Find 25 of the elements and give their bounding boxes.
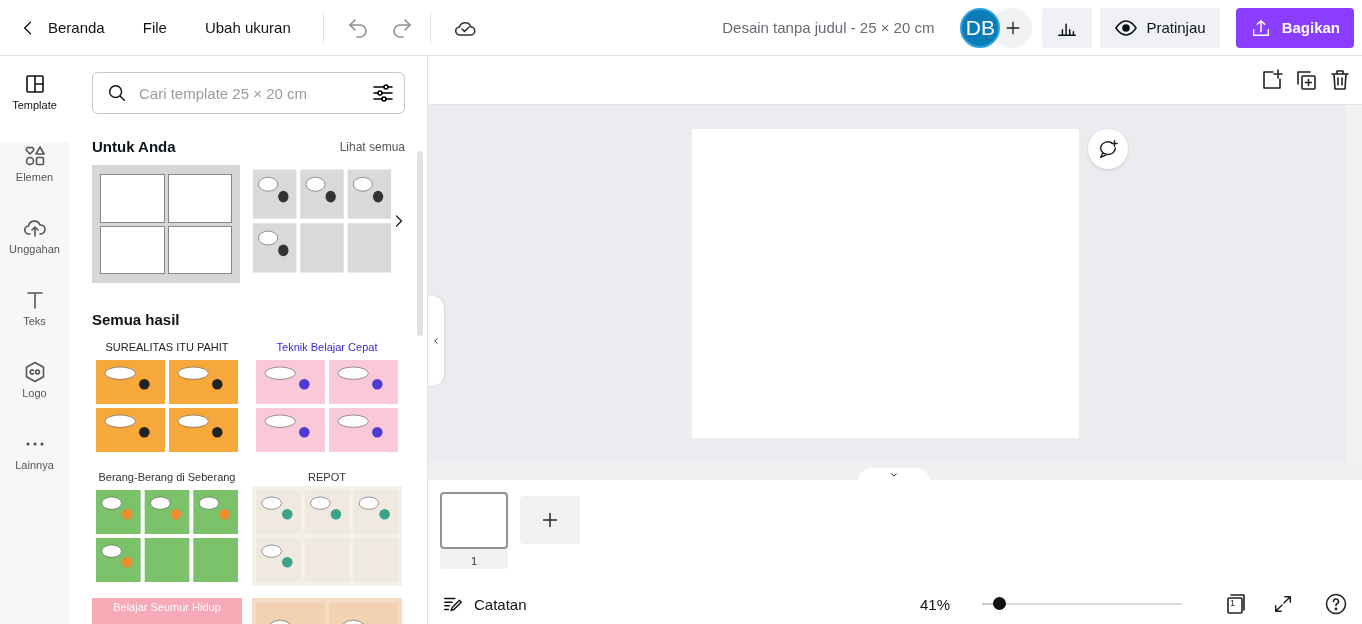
notes-button[interactable]: Catatan xyxy=(442,593,527,615)
see-all-link[interactable]: Lihat semua xyxy=(339,139,405,154)
template-title: REPOT xyxy=(307,470,347,485)
preview-button[interactable]: Pratinjau xyxy=(1100,7,1220,48)
document-title: Desain tanpa judul - 25 × 20 cm xyxy=(722,19,935,36)
section-heading: Semua hasil xyxy=(92,311,180,328)
home-link[interactable]: Beranda xyxy=(10,11,113,44)
sidebar-tab[interactable]: Teks xyxy=(0,286,69,358)
sidebar-tab[interactable]: Lainnya xyxy=(0,430,69,502)
page-thumbnail[interactable]: 1 xyxy=(440,492,508,569)
template-title: Berang-Berang di Seberang xyxy=(97,470,237,485)
menu-item[interactable]: File xyxy=(134,13,175,42)
sidebar-tab[interactable]: Template xyxy=(0,56,69,142)
zoom-value: 41% xyxy=(919,595,950,613)
template-title: Teknik Belajar Cepat xyxy=(275,340,379,355)
sidebar-tab[interactable]: Logo xyxy=(0,358,69,430)
template-title: SUREALITAS ITU PAHIT xyxy=(104,340,230,355)
page-count-button[interactable]: 1 xyxy=(1224,592,1248,616)
search-field[interactable]: Cari template 25 × 20 cm xyxy=(92,72,405,114)
share-button[interactable]: Bagikan xyxy=(1235,7,1354,48)
sidebar-tab[interactable]: Unggahan xyxy=(0,214,69,286)
section-heading: Untuk Anda xyxy=(92,138,176,155)
menu-item[interactable]: Ubah ukuran xyxy=(196,13,299,42)
sidebar-tab[interactable]: Elemen xyxy=(0,142,69,214)
user-avatar[interactable]: DB xyxy=(960,7,1001,48)
